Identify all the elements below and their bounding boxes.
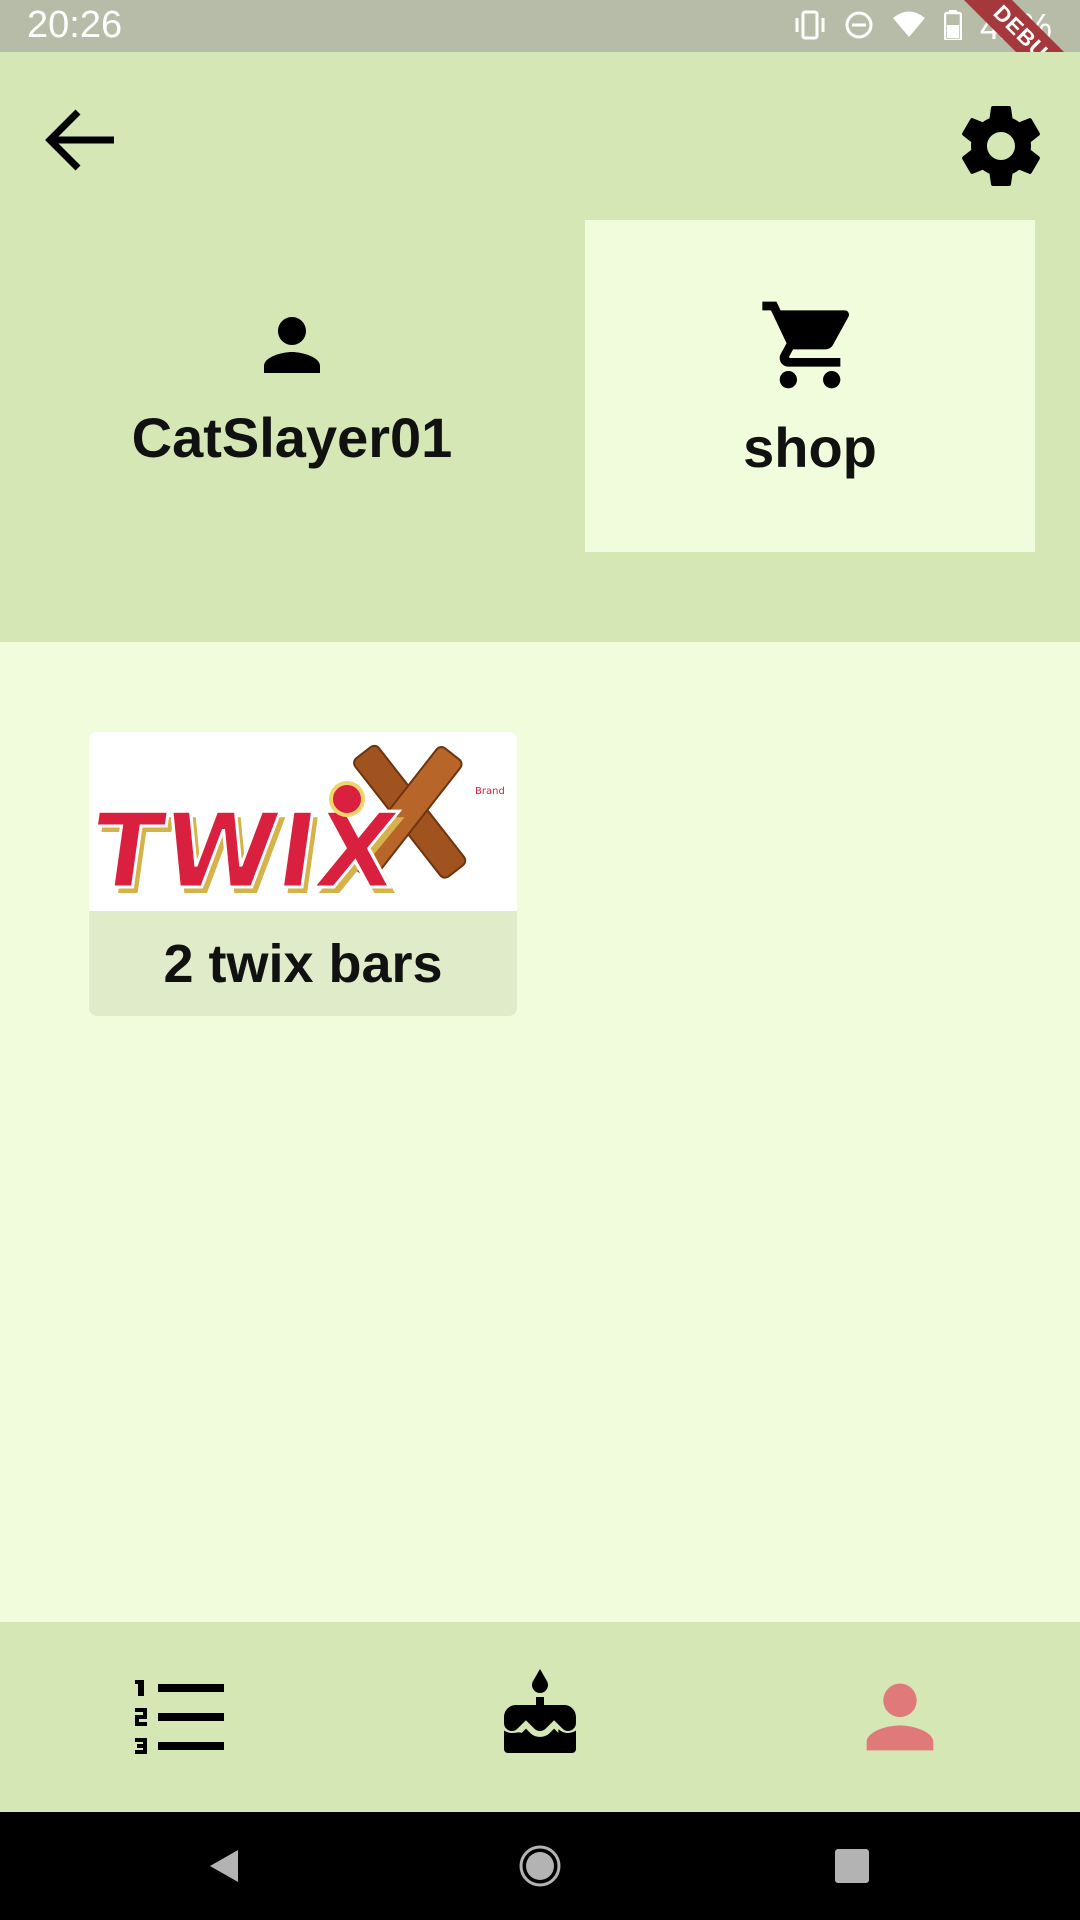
shop-item-caption: 2 twix bars — [89, 911, 517, 1016]
nav-leaderboard[interactable] — [0, 1622, 360, 1812]
circle-home-icon — [519, 1845, 561, 1887]
wifi-icon — [892, 11, 926, 44]
system-recents-button[interactable] — [752, 1812, 952, 1920]
arrow-back-icon — [45, 109, 114, 171]
system-back-button[interactable] — [124, 1812, 324, 1920]
do-not-disturb-icon — [844, 10, 874, 45]
system-home-button[interactable] — [440, 1812, 640, 1920]
settings-button[interactable] — [945, 90, 1057, 202]
bottom-navigation — [0, 1622, 1080, 1812]
nav-profile[interactable] — [720, 1622, 1080, 1812]
cart-icon — [762, 301, 850, 388]
tab-profile[interactable]: CatSlayer01 — [0, 220, 584, 552]
cake-icon — [504, 1669, 576, 1753]
header: CatSlayer01 shop — [0, 52, 1080, 642]
numbered-list-icon — [135, 1680, 224, 1754]
vibrate-icon — [794, 10, 826, 45]
tab-profile-label: CatSlayer01 — [131, 405, 453, 469]
tab-shop[interactable]: shop — [585, 220, 1035, 552]
person-icon — [866, 1683, 934, 1751]
status-bar: 20:26 42% — [0, 0, 1080, 52]
nav-birthday[interactable] — [360, 1622, 720, 1812]
twix-logo-text: TWIX TWIX — [89, 789, 410, 918]
person-icon — [264, 316, 320, 373]
triangle-back-icon — [210, 1850, 238, 1882]
back-button[interactable] — [30, 90, 130, 190]
shop-content: TWIX TWIX Brand 2 twix bars — [0, 642, 1080, 1622]
gear-icon — [962, 105, 1040, 186]
shop-item-card[interactable]: TWIX TWIX Brand 2 twix bars — [89, 732, 517, 1016]
brand-mark-text: Brand — [475, 786, 505, 797]
system-navigation-bar — [0, 1812, 1080, 1920]
square-recents-icon — [835, 1849, 869, 1883]
status-time: 20:26 — [27, 4, 123, 46]
battery-icon — [943, 9, 963, 45]
tab-shop-label: shop — [743, 415, 877, 479]
